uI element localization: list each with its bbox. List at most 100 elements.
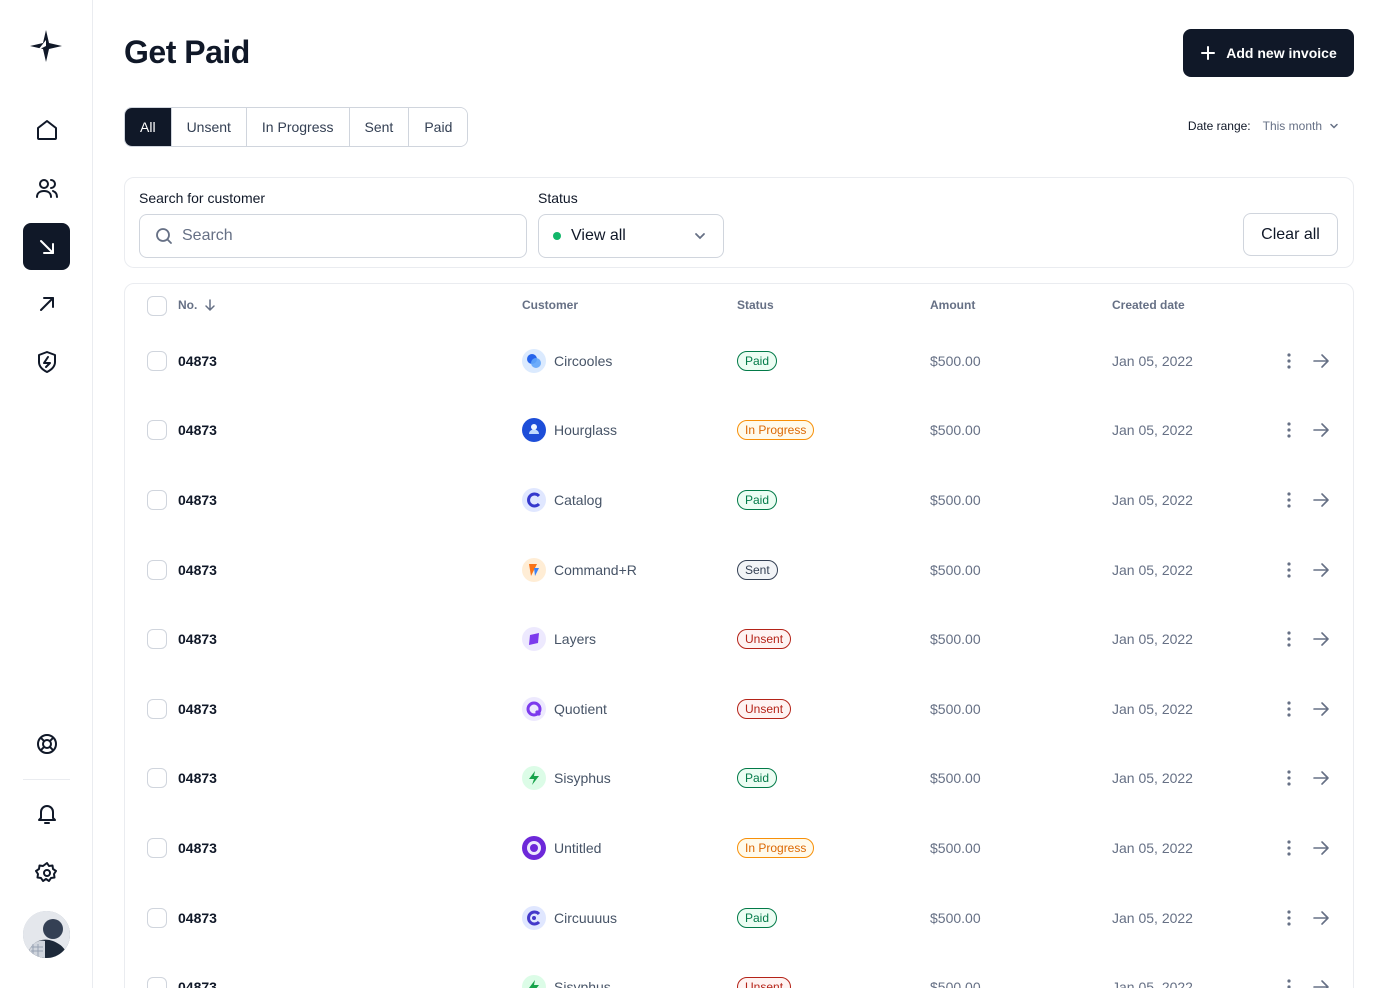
- header-no[interactable]: No.: [178, 298, 217, 312]
- row-checkbox[interactable]: [147, 420, 167, 441]
- row-open-button[interactable]: [1311, 629, 1331, 649]
- row-menu-button[interactable]: [1279, 908, 1299, 928]
- customer-cell: Hourglass: [522, 418, 618, 443]
- sidebar-item-home[interactable]: [23, 106, 70, 153]
- table-row[interactable]: 04873 Catalog Paid $500.00 Jan 05, 2022: [125, 465, 1353, 535]
- tab-in-progress[interactable]: In Progress: [246, 108, 350, 146]
- row-menu-button[interactable]: [1279, 420, 1299, 440]
- table-row[interactable]: 04873 Quotient Unsent $500.00 Jan 05, 2022: [125, 674, 1353, 744]
- search-input[interactable]: [182, 227, 482, 245]
- status-cell: Paid: [737, 907, 778, 928]
- sidebar-item-support[interactable]: [23, 720, 70, 767]
- sidebar-item-security[interactable]: [23, 338, 70, 385]
- status-cell: Paid: [737, 489, 778, 510]
- brand-logo[interactable]: [28, 28, 64, 64]
- row-menu-button[interactable]: [1279, 977, 1299, 988]
- row-menu-button[interactable]: [1279, 838, 1299, 858]
- amount: $500.00: [930, 839, 981, 856]
- search-field[interactable]: [139, 214, 527, 258]
- layers-logo: [522, 627, 546, 652]
- tab-all[interactable]: All: [125, 108, 172, 146]
- invoice-number: 04873: [178, 422, 217, 439]
- clear-all-button[interactable]: Clear all: [1243, 213, 1338, 256]
- sisyphus-logo: [522, 975, 546, 988]
- user-avatar[interactable]: [23, 911, 70, 958]
- table-row[interactable]: 04873 Sisyphus Unsent $500.00 Jan 05, 2022: [125, 952, 1353, 988]
- status-cell: Paid: [737, 768, 778, 789]
- table-row[interactable]: 04873 Layers Unsent $500.00 Jan 05, 2022: [125, 604, 1353, 674]
- add-invoice-label: Add new invoice: [1226, 45, 1337, 61]
- table-row[interactable]: 04873 Circooles Paid $500.00 Jan 05, 2022: [125, 326, 1353, 396]
- life-buoy-icon: [36, 733, 57, 754]
- status-cell: In Progress: [737, 837, 815, 858]
- row-menu-button[interactable]: [1279, 490, 1299, 510]
- arrow-up-right-icon: [39, 296, 54, 311]
- invoice-number: 04873: [178, 352, 217, 369]
- brand-star-icon: [30, 30, 62, 62]
- table-row[interactable]: 04873 Sisyphus Paid $500.00 Jan 05, 2022: [125, 744, 1353, 814]
- search-label: Search for customer: [139, 190, 266, 206]
- customer-cell: Sisyphus: [522, 766, 611, 791]
- date-range-select[interactable]: This month: [1263, 119, 1340, 133]
- row-checkbox[interactable]: [147, 768, 167, 789]
- row-checkbox[interactable]: [147, 489, 167, 510]
- table-row[interactable]: 04873 Command+R Sent $500.00 Jan 05, 2022: [125, 535, 1353, 605]
- row-open-button[interactable]: [1311, 908, 1331, 928]
- customer-name: Circuuuus: [554, 909, 618, 926]
- add-invoice-button[interactable]: Add new invoice: [1183, 29, 1354, 77]
- row-checkbox[interactable]: [147, 559, 167, 580]
- row-checkbox[interactable]: [147, 629, 167, 650]
- sidebar-item-settings[interactable]: [23, 849, 70, 896]
- more-vertical-icon: [1287, 770, 1291, 786]
- table-row[interactable]: 04873 Circuuuus Paid $500.00 Jan 05, 2022: [125, 883, 1353, 953]
- arrow-down-icon: [205, 299, 216, 311]
- header-amount: Amount: [930, 298, 976, 312]
- customer-name: Hourglass: [554, 422, 618, 439]
- created-date: Jan 05, 2022: [1112, 770, 1193, 787]
- status-badge: In Progress: [737, 420, 815, 441]
- chevron-down-icon: [695, 233, 705, 240]
- row-open-button[interactable]: [1311, 977, 1331, 988]
- row-open-button[interactable]: [1311, 838, 1331, 858]
- created-date: Jan 05, 2022: [1112, 352, 1193, 369]
- customer-name: Layers: [554, 631, 597, 648]
- row-checkbox[interactable]: [147, 350, 167, 371]
- row-open-button[interactable]: [1311, 768, 1331, 788]
- row-open-button[interactable]: [1311, 560, 1331, 580]
- home-icon: [36, 119, 57, 140]
- tab-paid[interactable]: Paid: [409, 108, 468, 146]
- table-row[interactable]: 04873 Untitled In Progress $500.00 Jan 05, 2…: [125, 813, 1353, 883]
- status-select[interactable]: View all: [538, 214, 724, 258]
- sidebar-item-get-paid[interactable]: [23, 223, 70, 270]
- row-checkbox[interactable]: [147, 698, 167, 719]
- tab-sent[interactable]: Sent: [349, 108, 410, 146]
- row-open-button[interactable]: [1311, 699, 1331, 719]
- sidebar-item-pay[interactable]: [23, 280, 70, 327]
- row-checkbox[interactable]: [147, 907, 167, 928]
- row-menu-button[interactable]: [1279, 560, 1299, 580]
- arrow-right-icon: [1313, 423, 1329, 438]
- tab-unsent[interactable]: Unsent: [171, 108, 247, 146]
- sidebar-item-customers[interactable]: [23, 164, 70, 211]
- arrow-right-icon: [1313, 841, 1329, 855]
- status-cell: Unsent: [737, 977, 792, 988]
- header-no-label: No.: [178, 298, 198, 312]
- row-menu-button[interactable]: [1279, 351, 1299, 371]
- row-open-button[interactable]: [1311, 351, 1331, 371]
- more-vertical-icon: [1287, 701, 1291, 717]
- status-badge: Paid: [737, 768, 778, 789]
- sidebar-item-notifications[interactable]: [23, 790, 70, 837]
- arrow-right-icon: [1313, 771, 1329, 786]
- row-checkbox[interactable]: [147, 977, 167, 988]
- row-checkbox[interactable]: [147, 837, 167, 858]
- plus-icon: [1201, 46, 1216, 60]
- table-row[interactable]: 04873 Hourglass In Progress $500.00 Jan 05, …: [125, 396, 1353, 466]
- status-badge: In Progress: [737, 837, 815, 858]
- catalog-logo: [522, 487, 546, 512]
- row-menu-button[interactable]: [1279, 768, 1299, 788]
- row-open-button[interactable]: [1311, 420, 1331, 440]
- select-all-checkbox[interactable]: [147, 296, 167, 316]
- row-menu-button[interactable]: [1279, 699, 1299, 719]
- row-open-button[interactable]: [1311, 490, 1331, 510]
- row-menu-button[interactable]: [1279, 629, 1299, 649]
